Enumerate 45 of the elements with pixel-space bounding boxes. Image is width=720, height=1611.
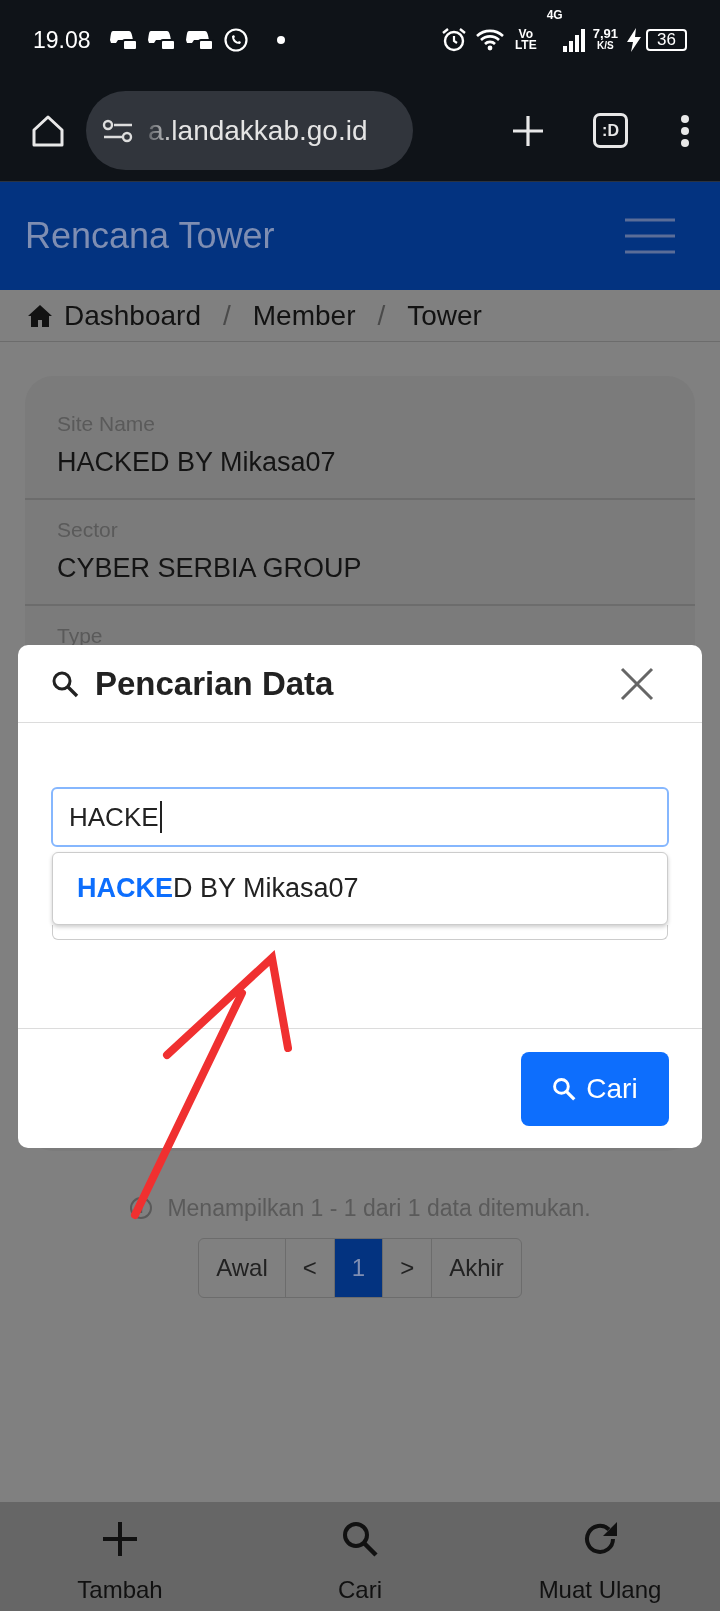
more-menu-icon[interactable] bbox=[680, 113, 690, 148]
signal-icon bbox=[562, 28, 585, 52]
wifi-icon bbox=[474, 28, 505, 52]
field-value: CYBER SERBIA GROUP bbox=[57, 552, 363, 585]
breadcrumb-separator: / bbox=[377, 298, 386, 333]
tab-count-button[interactable]: :D bbox=[593, 113, 628, 148]
nav-label[interactable]: Muat Ulang bbox=[538, 1572, 662, 1608]
field-value: HACKED BY Mikasa07 bbox=[57, 446, 337, 479]
nav-label[interactable]: Cari bbox=[338, 1572, 382, 1608]
page-button[interactable]: Awal bbox=[199, 1238, 285, 1297]
phone-chat-icon bbox=[222, 27, 249, 53]
page-button[interactable]: Akhir bbox=[431, 1238, 521, 1297]
network-type: 4G bbox=[546, 7, 563, 24]
url-text: a.landakkab.go.id bbox=[148, 113, 368, 148]
nav-label[interactable]: Tambah bbox=[77, 1572, 163, 1608]
search-icon[interactable] bbox=[341, 1520, 379, 1558]
new-tab-icon[interactable] bbox=[511, 113, 545, 148]
search-icon bbox=[51, 669, 79, 698]
search-field[interactable]: HACKE bbox=[51, 787, 669, 847]
network-label: LTE bbox=[514, 40, 537, 51]
address-bar[interactable]: a.landakkab.go.id bbox=[86, 91, 413, 170]
breadcrumb-link[interactable]: Tower bbox=[407, 294, 482, 337]
search-button[interactable]: Cari bbox=[521, 1051, 669, 1126]
battery-level: 36 bbox=[646, 29, 687, 51]
breadcrumb-link[interactable]: Dashboard bbox=[64, 294, 201, 337]
breadcrumb-separator: / bbox=[223, 298, 231, 333]
page-title: Rencana Tower bbox=[25, 214, 276, 258]
page-button[interactable]: > bbox=[382, 1238, 432, 1297]
dot-icon bbox=[276, 36, 285, 44]
suggestion-item[interactable]: HACKED BY Mikasa07 bbox=[53, 853, 667, 924]
info-icon bbox=[129, 1196, 154, 1221]
breadcrumb-link[interactable]: Member bbox=[252, 294, 356, 337]
speed-unit: K/S bbox=[597, 40, 614, 52]
page-button[interactable]: 1 bbox=[333, 1238, 383, 1297]
alarm-icon bbox=[440, 27, 467, 53]
network-label: Vo bbox=[518, 29, 533, 40]
close-icon[interactable] bbox=[620, 666, 654, 701]
status-time: 19.08 bbox=[33, 25, 91, 55]
page-button[interactable]: < bbox=[284, 1238, 334, 1297]
dialog-title: Pencarian Data bbox=[95, 663, 335, 704]
plus-icon[interactable] bbox=[101, 1520, 139, 1558]
charging-icon bbox=[626, 28, 642, 52]
search-icon bbox=[552, 1076, 577, 1101]
speed-value: 7,91 bbox=[592, 28, 618, 40]
site-settings-icon[interactable] bbox=[102, 117, 134, 144]
